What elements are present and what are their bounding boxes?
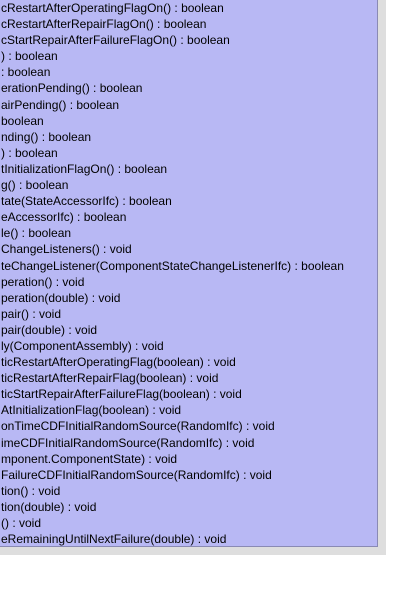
class-box-shadow-right — [378, 0, 386, 555]
operation-signature: cRestartAfterOperatingFlagOn() : boolean — [1, 1, 224, 15]
operation-signature: pair() : void — [1, 306, 62, 321]
operation-signature: cRestartAfterRepairFlagOn() : boolean — [1, 17, 207, 32]
operation-signature: ticRestartAfterRepairFlag(boolean) : voi… — [1, 371, 219, 386]
uml-class-box: cRestartAfterOperatingFlagOn() : boolean… — [0, 0, 378, 547]
operations-compartment: cRestartAfterOperatingFlagOn() : boolean… — [1, 0, 344, 547]
operation-signature: () : void — [1, 516, 42, 530]
operation-signature: ) : boolean — [1, 145, 58, 160]
operation-signature: erationPending() : boolean — [1, 81, 143, 96]
operation-signature: pair(double) : void — [1, 322, 98, 337]
operation-signature: ) : boolean — [1, 49, 58, 64]
operation-signature: cStartRepairAfterFailureFlagOn() : boole… — [1, 33, 230, 48]
operation-signature: onTimeCDFInitialRandomSource(RandomIfc) … — [1, 419, 275, 434]
operation-signature: ChangeListeners() : void — [1, 242, 132, 257]
operation-signature: le() : boolean — [1, 226, 72, 241]
operation-signature: ticRestartAfterOperatingFlag(boolean) : … — [1, 355, 236, 370]
operation-signature: : boolean — [1, 65, 51, 80]
operation-signature: g() : boolean — [1, 178, 69, 193]
operation-signature: tion() : void — [1, 483, 61, 498]
operation-signature: tate(StateAccessorIfc) : boolean — [1, 194, 172, 209]
operation-signature: FailureCDFInitialRandomSource(RandomIfc)… — [1, 467, 272, 482]
operation-signature: eRemainingUntilNextFailure(double) : voi… — [1, 532, 227, 547]
operation-signature: imeCDFInitialRandomSource(RandomIfc) : v… — [1, 435, 255, 450]
operation-signature: tion(double) : void — [1, 499, 97, 514]
operation-signature: eAccessorIfc) : boolean — [1, 210, 127, 225]
operation-signature: tInitializationFlagOn() : boolean — [1, 161, 168, 176]
operation-signature: peration(double) : void — [1, 290, 121, 305]
operation-signature: peration() : void — [1, 274, 85, 289]
operation-signature: AtInitializationFlag(boolean) : void — [1, 403, 182, 418]
operation-signature: boolean — [1, 113, 44, 128]
operation-signature: teChangeListener(ComponentStateChangeLis… — [1, 258, 344, 273]
operation-signature: ly(ComponentAssembly) : void — [1, 338, 164, 353]
operation-signature: mponent.ComponentState) : void — [1, 451, 178, 466]
operation-signature: ticStartRepairAfterFailureFlag(boolean) … — [1, 387, 242, 402]
class-box-shadow-bottom — [0, 547, 386, 555]
operation-signature: airPending() : boolean — [1, 97, 120, 112]
operation-signature: nding() : boolean — [1, 129, 92, 144]
